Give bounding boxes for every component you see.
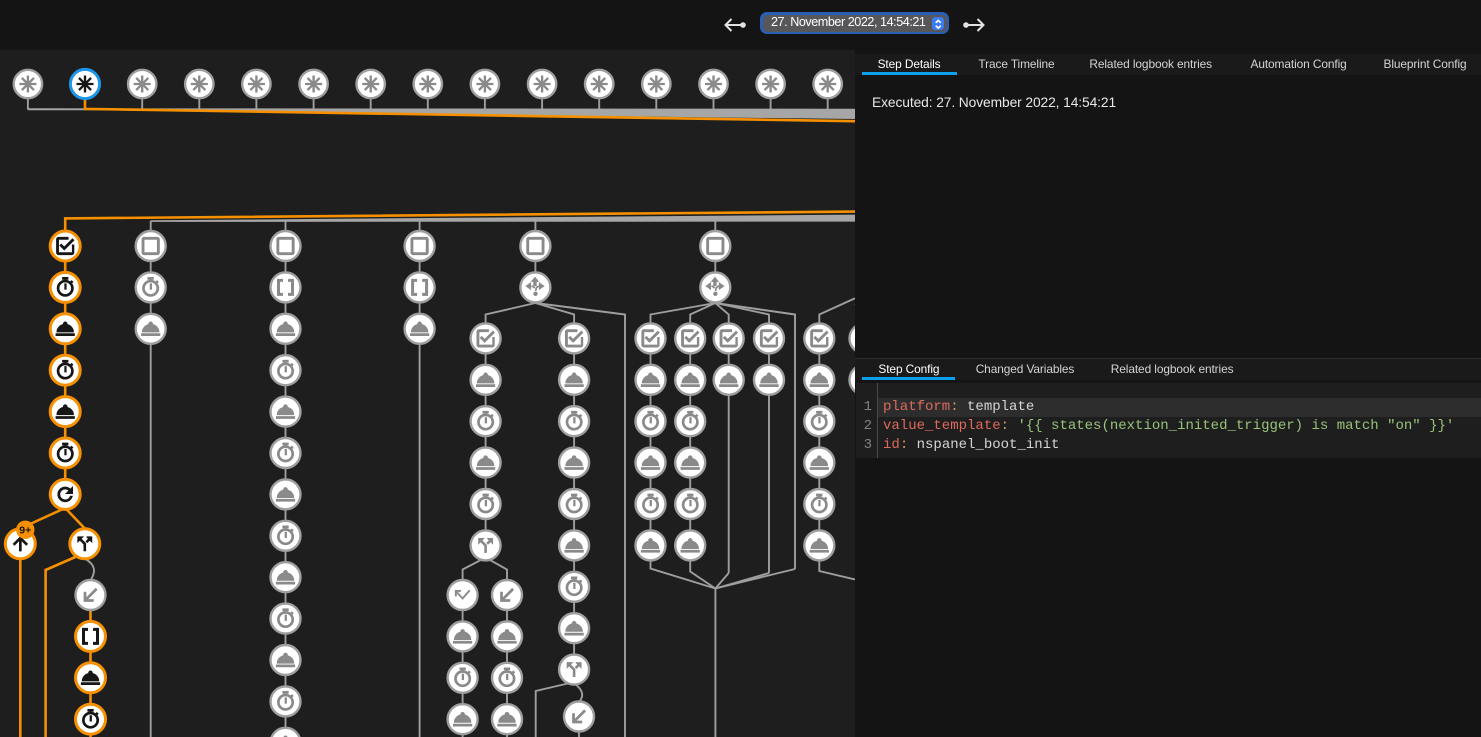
svg-text:9+: 9+ <box>19 525 31 537</box>
